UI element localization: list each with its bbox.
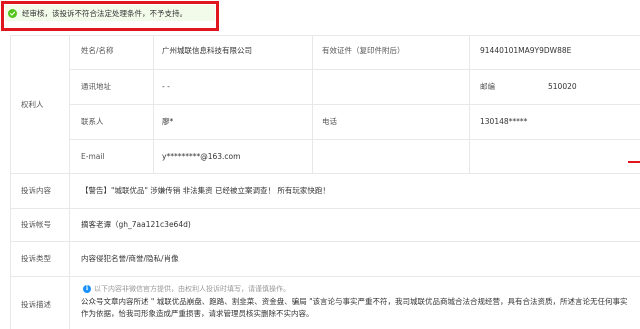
complaint-description-value: 公众号文章内容所述 " 城联优品崩盘、跑路、割韭菜、资金盘、骗局 "该言论与事实… <box>81 297 628 318</box>
name-label: 姓名/名称 <box>81 46 114 55</box>
disclaimer-text: 以下内容非微信官方提供，由权利人投诉时填写，请谨慎操作。 <box>94 285 290 293</box>
complaint-type-label: 投诉类型 <box>21 254 51 263</box>
address-value: - - <box>162 82 170 91</box>
address-label: 通讯地址 <box>81 82 111 91</box>
rights-holder-label: 权利人 <box>21 100 44 109</box>
phone-label: 电话 <box>322 117 337 126</box>
contact-value: 廖* <box>162 117 174 126</box>
name-value: 广州城联信息科技有限公司 <box>162 46 252 55</box>
status-message: 经审核，该投诉不符合法定处理条件，不予支持。 <box>22 8 187 18</box>
check-circle-icon <box>8 8 17 18</box>
contact-label: 联系人 <box>81 117 104 126</box>
complaint-description-label: 投诉描述 <box>21 300 51 309</box>
email-label: E-mail <box>81 152 105 161</box>
status-highlight-box: 经审核，该投诉不符合法定处理条件，不予支持。 <box>1 1 219 31</box>
disclaimer-note: i 以下内容非微信官方提供，由权利人投诉时填写，请谨慎操作。 <box>83 284 290 294</box>
postcode-label: 邮编 <box>480 82 495 91</box>
complaint-account-label: 投诉帐号 <box>21 220 51 229</box>
info-icon: i <box>83 285 91 293</box>
red-annotation-mark <box>628 161 640 163</box>
phone-value: 130148***** <box>480 117 528 126</box>
status-banner: 经审核，该投诉不符合法定处理条件，不予支持。 <box>5 5 215 21</box>
id-document-label: 有效证件（复印件附后） <box>322 46 405 55</box>
complaint-account-value: 摘客老谭（gh_7aa121c3e64d) <box>81 220 191 229</box>
complaint-content-label: 投诉内容 <box>21 186 51 195</box>
id-document-value: 91440101MA9Y9DW88E <box>480 46 572 55</box>
email-value: y*********@163.com <box>162 152 241 161</box>
postcode-value: 510020 <box>548 82 577 91</box>
complaint-content-value: 【警告】"城联优品" 涉嫌传销 非法集资 已经被立案调查！ 所有玩家快跑！ <box>81 186 330 195</box>
complaint-type-value: 内容侵犯名誉/商誉/隐私/肖像 <box>81 254 179 263</box>
